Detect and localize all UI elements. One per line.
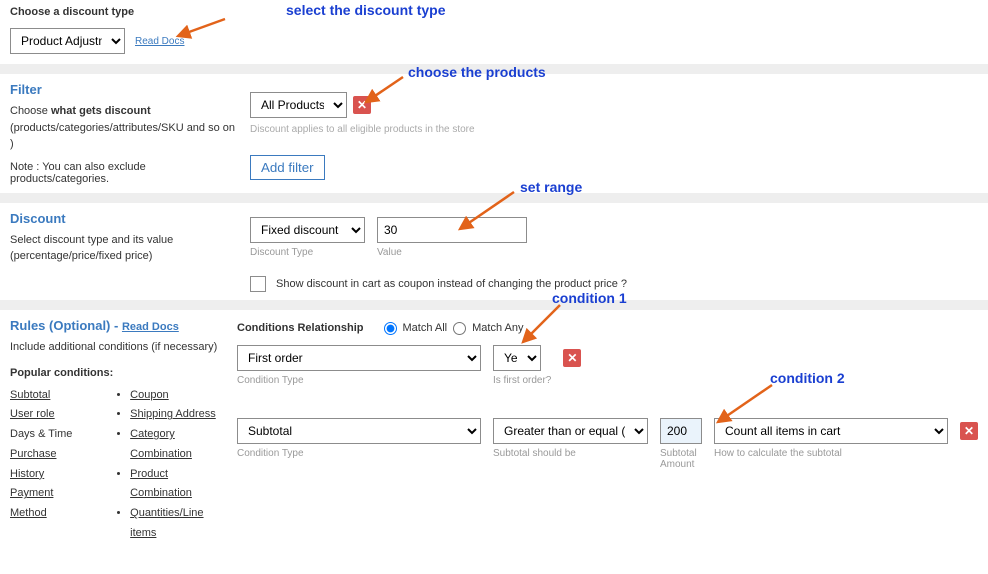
show-as-coupon-label: Show discount in cart as coupon instead … <box>276 278 627 290</box>
match-all-label: Match All <box>403 322 448 334</box>
link-product-combination[interactable]: Product Combination <box>130 468 192 500</box>
discount-desc-2: (percentage/price/fixed price) <box>10 248 240 265</box>
cond1-type-select[interactable]: First order <box>237 345 481 371</box>
link-shipping-address[interactable]: Shipping Address <box>130 408 216 420</box>
text-days-time: Days & Time <box>10 428 72 440</box>
discount-type-under-label: Discount Type <box>250 247 365 258</box>
remove-cond1-icon[interactable]: ✕ <box>563 349 581 367</box>
filter-desc-1: Choose what gets discount <box>10 103 240 120</box>
cond2-amount-input[interactable] <box>660 418 702 444</box>
add-filter-button[interactable]: Add filter <box>250 155 325 180</box>
rules-section: Rules (Optional) - Read Docs Include add… <box>0 310 988 574</box>
filter-products-select[interactable]: All Products <box>250 92 347 118</box>
filter-desc-2: (products/categories/attributes/SKU and … <box>10 120 240 153</box>
cond2-calc-label: How to calculate the subtotal <box>714 448 948 459</box>
read-docs-link[interactable]: Read Docs <box>135 36 184 47</box>
link-payment-method[interactable]: Payment Method <box>10 487 53 519</box>
cond1-value-select[interactable]: Yes <box>493 345 541 371</box>
remove-filter-icon[interactable]: ✕ <box>353 96 371 114</box>
link-coupon[interactable]: Coupon <box>130 389 169 401</box>
rules-read-docs-link[interactable]: Read Docs <box>122 321 179 333</box>
filter-section: Filter Choose what gets discount (produc… <box>0 74 988 193</box>
remove-cond2-icon[interactable]: ✕ <box>960 422 978 440</box>
discount-value-under-label: Value <box>377 247 527 258</box>
filter-note: Note : You can also exclude products/cat… <box>10 161 240 185</box>
link-quantities[interactable]: Quantities/Line items <box>130 507 203 539</box>
cond2-amount-label: Subtotal Amount <box>660 448 702 470</box>
cond2-operator-label: Subtotal should be <box>493 448 648 459</box>
match-any-label: Match Any <box>472 322 523 334</box>
cond2-operator-select[interactable]: Greater than or equal ( >= ) <box>493 418 648 444</box>
match-all-radio[interactable] <box>384 322 397 335</box>
link-purchase-history[interactable]: Purchase History <box>10 448 56 480</box>
show-as-coupon-checkbox[interactable] <box>250 276 266 292</box>
link-subtotal[interactable]: Subtotal <box>10 389 50 401</box>
link-category-combination[interactable]: Category Combination <box>130 428 192 460</box>
discount-type-label: Choose a discount type <box>0 0 988 18</box>
discount-type-section: Choose a discount type Product Adjustmen… <box>0 0 988 64</box>
discount-value-input[interactable] <box>377 217 527 243</box>
cond2-type-label: Condition Type <box>237 448 481 459</box>
cond2-calc-select[interactable]: Count all items in cart <box>714 418 948 444</box>
popular-conditions-label: Popular conditions: <box>10 365 227 382</box>
cond1-type-label: Condition Type <box>237 375 481 386</box>
cond1-value-label: Is first order? <box>493 375 551 386</box>
discount-desc-1: Select discount type and its value <box>10 232 240 249</box>
cond2-type-select[interactable]: Subtotal <box>237 418 481 444</box>
filter-helper: Discount applies to all eligible product… <box>250 124 978 135</box>
rules-heading: Rules (Optional) - Read Docs <box>10 318 227 333</box>
discount-heading: Discount <box>10 211 240 226</box>
discount-type-value-select[interactable]: Fixed discount <box>250 217 365 243</box>
discount-section: Discount Select discount type and its va… <box>0 203 988 300</box>
discount-type-select[interactable]: Product Adjustment <box>10 28 125 54</box>
match-any-radio[interactable] <box>453 322 466 335</box>
conditions-relationship-label: Conditions Relationship <box>237 322 364 334</box>
rules-desc: Include additional conditions (if necess… <box>10 339 227 356</box>
filter-heading: Filter <box>10 82 240 97</box>
link-user-role[interactable]: User role <box>10 408 55 420</box>
